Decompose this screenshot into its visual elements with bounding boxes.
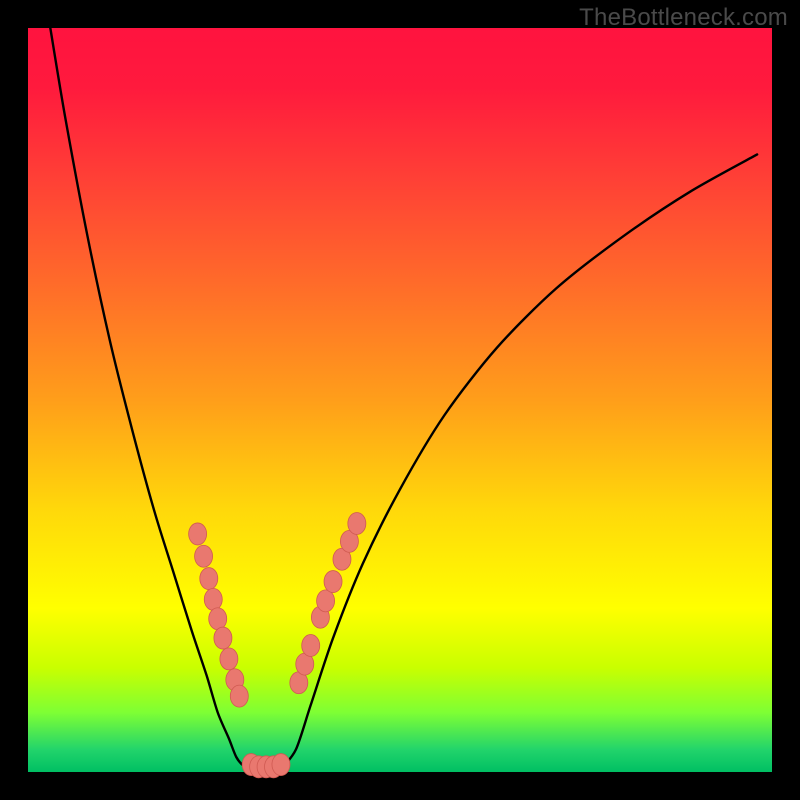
data-marker (220, 648, 238, 670)
bottleneck-line (50, 28, 757, 770)
data-marker (200, 568, 218, 590)
chart-frame: TheBottleneck.com (0, 0, 800, 800)
watermark-text: TheBottleneck.com (579, 4, 788, 32)
data-marker (214, 627, 232, 649)
data-marker (209, 608, 227, 630)
bottleneck-curve (28, 28, 772, 772)
data-marker (195, 545, 213, 567)
data-marker (189, 523, 207, 545)
plot-area (28, 28, 772, 772)
data-marker (317, 590, 335, 612)
data-marker (348, 513, 366, 535)
data-marker (230, 685, 248, 707)
data-marker (204, 588, 222, 610)
data-marker (302, 635, 320, 657)
data-marker (272, 754, 290, 776)
data-marker (324, 571, 342, 593)
